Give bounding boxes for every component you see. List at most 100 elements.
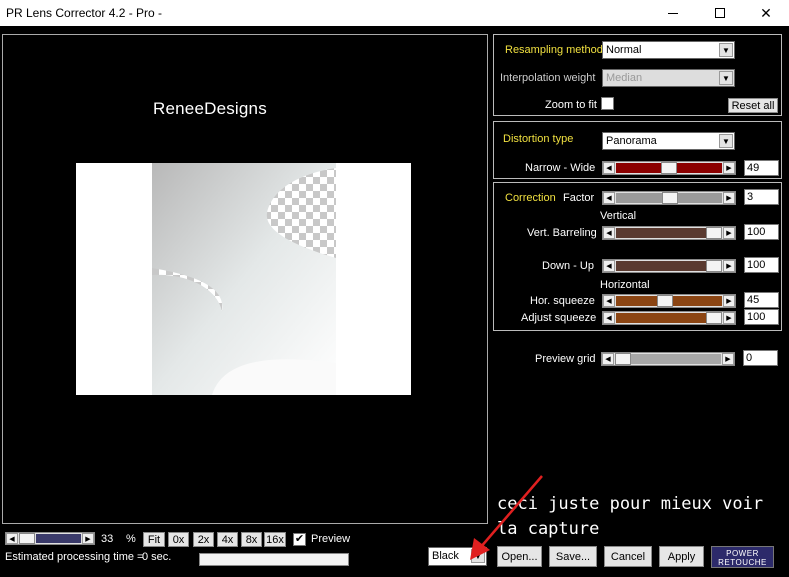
estimated-time-value: 0 sec. <box>142 551 172 563</box>
down-up-label: Down - Up <box>542 260 594 272</box>
close-icon: ✕ <box>760 4 772 21</box>
minimize-icon <box>668 12 678 14</box>
arrow-right-icon[interactable]: ▶ <box>723 227 735 239</box>
zoom-4x-button[interactable]: 4x <box>217 532 238 547</box>
zoom-2x-button[interactable]: 2x <box>193 532 214 547</box>
correction-label: Correction <box>505 192 556 204</box>
arrow-right-icon[interactable]: ▶ <box>723 312 735 324</box>
horizontal-label: Horizontal <box>600 279 650 291</box>
zoom-16x-button[interactable]: 16x <box>264 532 286 547</box>
watermark-text: ReneeDesigns <box>153 99 267 118</box>
title-bar: PR Lens Corrector 4.2 - Pro - ✕ <box>0 0 789 26</box>
zoom-thumb[interactable] <box>19 533 35 544</box>
adjust-squeeze-slider[interactable]: ◀ ▶ <box>602 311 736 325</box>
resampling-method-label: Resampling method <box>505 44 603 56</box>
logo-line-1: POWER <box>726 549 759 558</box>
preview-grid-slider[interactable]: ◀ ▶ <box>601 352 735 366</box>
checkmark-icon: ✔ <box>294 533 305 545</box>
resampling-group: Resampling method Normal ▼ Interpolation… <box>493 34 782 116</box>
preview-label: Preview <box>311 533 351 545</box>
zoom-fit-button[interactable]: Fit <box>143 532 165 547</box>
window-title: PR Lens Corrector 4.2 - Pro - <box>6 6 163 20</box>
apply-button[interactable]: Apply <box>659 546 704 567</box>
cancel-button[interactable]: Cancel <box>604 546 652 567</box>
chevron-down-icon: ▼ <box>719 134 733 148</box>
zoom-8x-button[interactable]: 8x <box>241 532 262 547</box>
save-button[interactable]: Save... <box>549 546 597 567</box>
zoom-to-fit-checkbox[interactable] <box>601 97 614 110</box>
hor-squeeze-label: Hor. squeeze <box>530 295 595 307</box>
red-arrow-icon <box>470 475 543 560</box>
zoom-slider[interactable]: ◀ ▶ <box>5 532 95 545</box>
interpolation-weight-label: Interpolation weight <box>500 72 596 84</box>
resampling-method-select[interactable]: Normal ▼ <box>602 41 735 59</box>
interpolation-weight-value: Median <box>606 72 643 84</box>
arrow-right-icon[interactable]: ▶ <box>723 260 735 272</box>
down-up-slider[interactable]: ◀ ▶ <box>602 259 736 273</box>
estimated-time-label: Estimated processing time = <box>5 551 144 563</box>
distortion-group: Distortion type Panorama ▼ Narrow - Wide… <box>493 121 782 179</box>
factor-thumb[interactable] <box>662 192 678 204</box>
vert-barreling-thumb[interactable] <box>706 227 722 239</box>
power-retouche-logo: POWER RETOUCHE <box>711 546 774 568</box>
vert-barreling-label: Vert. Barreling <box>527 227 597 239</box>
preview-image <box>152 163 336 395</box>
hor-squeeze-value[interactable]: 45 <box>744 292 779 308</box>
close-button[interactable]: ✕ <box>743 0 789 26</box>
arrow-left-icon[interactable]: ◀ <box>603 260 615 272</box>
arrow-right-icon[interactable]: ▶ <box>82 533 94 544</box>
preview-checkbox[interactable]: ✔ <box>293 533 306 546</box>
factor-slider[interactable]: ◀ ▶ <box>602 191 736 205</box>
adjust-squeeze-thumb[interactable] <box>706 312 722 324</box>
down-up-thumb[interactable] <box>706 260 722 272</box>
interpolation-weight-select: Median ▼ <box>602 69 735 87</box>
preview-grid-value[interactable]: 0 <box>743 350 778 366</box>
distortion-type-label: Distortion type <box>503 133 574 145</box>
down-up-value[interactable]: 100 <box>744 257 779 273</box>
distortion-type-value: Panorama <box>606 135 657 147</box>
factor-label: Factor <box>563 192 595 204</box>
preview-panel: ReneeDesigns <box>2 34 488 524</box>
zoom-value: 33 <box>101 533 114 545</box>
zoom-unit: % <box>126 533 136 545</box>
narrow-wide-value[interactable]: 49 <box>744 160 779 176</box>
maximize-icon <box>715 8 725 18</box>
arrow-right-icon[interactable]: ▶ <box>723 192 735 204</box>
chevron-down-icon: ▼ <box>719 71 733 85</box>
adjust-squeeze-label: Adjust squeeze <box>521 312 597 324</box>
zoom-track <box>36 534 81 543</box>
arrow-left-icon[interactable]: ◀ <box>6 533 18 544</box>
arrow-left-icon[interactable]: ◀ <box>603 162 615 174</box>
logo-line-2: RETOUCHE <box>718 558 767 567</box>
vert-barreling-value[interactable]: 100 <box>744 224 779 240</box>
arrow-left-icon[interactable]: ◀ <box>603 227 615 239</box>
resampling-method-value: Normal <box>606 44 642 56</box>
distortion-type-select[interactable]: Panorama ▼ <box>602 132 735 150</box>
zoom-to-fit-label: Zoom to fit <box>545 99 597 111</box>
hor-squeeze-slider[interactable]: ◀ ▶ <box>602 294 736 308</box>
vertical-label: Vertical <box>600 210 637 222</box>
zoom-0x-button[interactable]: 0x <box>168 532 189 547</box>
arrow-right-icon[interactable]: ▶ <box>723 162 735 174</box>
narrow-wide-slider[interactable]: ◀ ▶ <box>602 161 736 175</box>
correction-group: Correction Factor ◀ ▶ 3 Vertical Vert. B… <box>493 182 782 331</box>
chevron-down-icon: ▼ <box>719 43 733 57</box>
factor-value[interactable]: 3 <box>744 189 779 205</box>
background-color-value: Black <box>432 550 459 562</box>
arrow-left-icon[interactable]: ◀ <box>603 312 615 324</box>
vert-barreling-slider[interactable]: ◀ ▶ <box>602 226 736 240</box>
hor-squeeze-thumb[interactable] <box>657 295 674 307</box>
arrow-right-icon[interactable]: ▶ <box>722 353 734 365</box>
arrow-left-icon[interactable]: ◀ <box>603 295 615 307</box>
adjust-squeeze-value[interactable]: 100 <box>744 309 779 325</box>
reset-all-button[interactable]: Reset all <box>728 98 778 113</box>
minimize-button[interactable] <box>650 0 696 26</box>
arrow-left-icon[interactable]: ◀ <box>603 192 615 204</box>
preview-image-shape <box>152 163 336 395</box>
narrow-wide-thumb[interactable] <box>661 162 678 174</box>
arrow-right-icon[interactable]: ▶ <box>723 295 735 307</box>
arrow-left-icon[interactable]: ◀ <box>602 353 614 365</box>
preview-grid-thumb[interactable] <box>615 353 631 365</box>
maximize-button[interactable] <box>697 0 743 26</box>
narrow-wide-label: Narrow - Wide <box>525 162 596 174</box>
